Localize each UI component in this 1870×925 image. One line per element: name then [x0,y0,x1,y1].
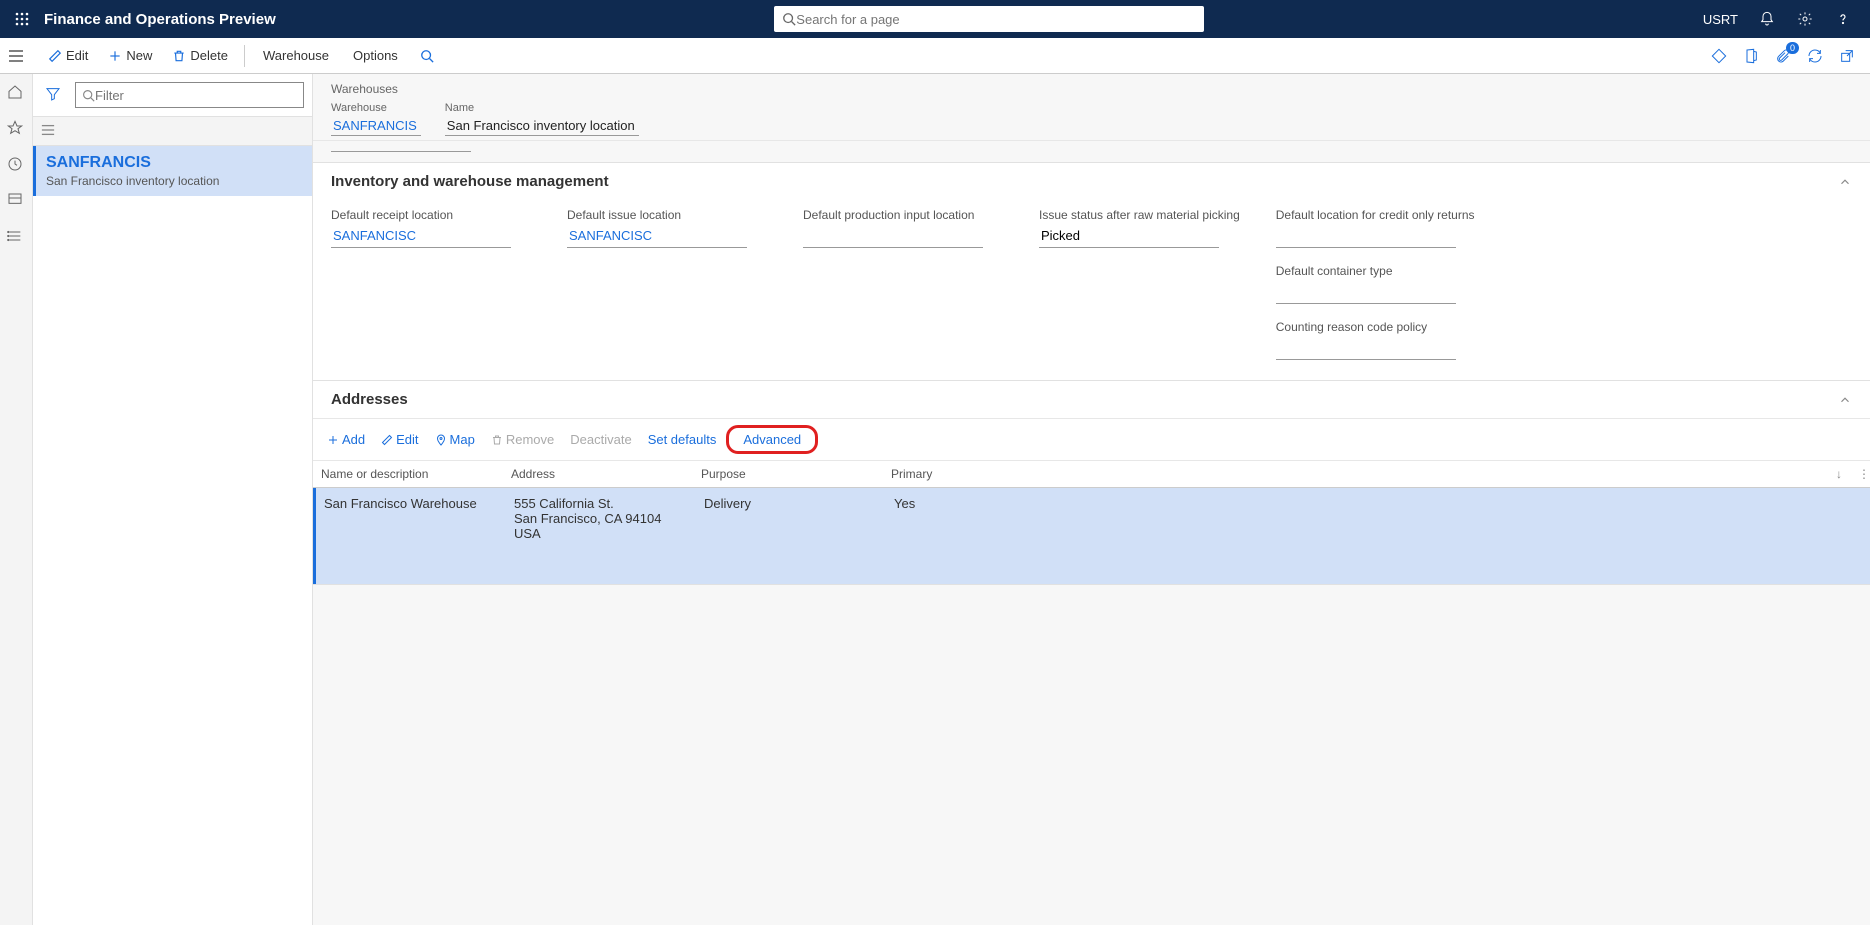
col-address[interactable]: Address [503,461,693,487]
app-title: Finance and Operations Preview [44,11,276,28]
warehouse-value[interactable]: SANFRANCIS [331,116,421,136]
funnel-icon[interactable] [45,86,63,104]
chevron-up-icon[interactable] [1838,175,1852,189]
default-receipt-label: Default receipt location [331,208,531,222]
filter-input[interactable] [95,88,297,103]
nav-rail [0,74,33,925]
default-receipt-input[interactable] [331,224,511,248]
delete-button[interactable]: Delete [162,38,238,74]
default-prod-label: Default production input location [803,208,1003,222]
recent-icon[interactable] [7,156,25,174]
user-label[interactable]: USRT [1703,12,1738,27]
action-search-icon[interactable] [410,38,444,74]
addresses-title: Addresses [331,391,1838,408]
main-content: Warehouses Warehouse SANFRANCIS Name San… [313,74,1870,925]
star-icon[interactable] [7,120,25,138]
new-label: New [126,48,152,63]
default-container-label: Default container type [1276,264,1476,278]
workspace-icon[interactable] [7,192,25,210]
default-credit-input[interactable] [1276,224,1456,248]
cell-primary: Yes [886,488,1870,584]
counting-reason-label: Counting reason code policy [1276,320,1476,334]
bell-icon[interactable] [1758,10,1776,28]
list-item-sanfrancis[interactable]: SANFRANCIS San Francisco inventory locat… [33,146,312,196]
issue-status-label: Issue status after raw material picking [1039,208,1240,222]
cell-purpose: Delivery [696,488,886,584]
cell-name: San Francisco Warehouse [316,488,506,584]
list-item-code: SANFRANCIS [46,154,302,172]
addr-setdefaults-button[interactable]: Set defaults [648,432,717,447]
global-search-input[interactable] [796,12,1196,27]
list-lines-icon[interactable] [41,123,57,139]
default-prod-input[interactable] [803,224,983,248]
filter-box[interactable] [75,82,304,108]
attachment-icon[interactable]: 0 [1774,47,1792,65]
office-icon[interactable] [1742,47,1760,65]
hamburger-icon[interactable] [8,49,28,63]
default-issue-input[interactable] [567,224,747,248]
section-inventory: Inventory and warehouse management Defau… [313,162,1870,381]
attachment-count: 0 [1786,42,1799,54]
address-row[interactable]: San Francisco Warehouse 555 California S… [313,488,1870,584]
top-navbar: Finance and Operations Preview USRT [0,0,1870,38]
delete-label: Delete [190,48,228,63]
diamond-icon[interactable] [1710,47,1728,65]
list-pane: SANFRANCIS San Francisco inventory locat… [33,74,313,925]
sort-down-icon: ↓ [1836,467,1842,481]
col-name[interactable]: Name or description [313,461,503,487]
default-container-input[interactable] [1276,280,1456,304]
help-icon[interactable] [1834,10,1852,28]
name-value[interactable]: San Francisco inventory location [445,116,639,136]
edit-button[interactable]: Edit [38,38,98,74]
addr-advanced-button[interactable]: Advanced [743,432,801,447]
inventory-section-title: Inventory and warehouse management [331,173,1838,190]
gear-icon[interactable] [1796,10,1814,28]
col-purpose[interactable]: Purpose [693,461,883,487]
popout-icon[interactable] [1838,47,1856,65]
addresses-toolbar: Add Edit Map Remove Deactivate Set defau… [313,418,1870,461]
warehouse-label: Warehouse [331,102,421,114]
waffle-icon[interactable] [8,5,36,33]
addr-edit-button[interactable]: Edit [381,432,418,447]
chevron-up-icon[interactable] [1838,393,1852,407]
edit-label: Edit [66,48,88,63]
warehouse-tab[interactable]: Warehouse [251,48,341,63]
addr-remove-button: Remove [491,432,554,447]
new-button[interactable]: New [98,38,162,74]
addr-add-button[interactable]: Add [327,432,365,447]
default-credit-label: Default location for credit only returns [1276,208,1476,222]
name-label: Name [445,102,639,114]
section-addresses: Addresses Add Edit Map Remove [313,381,1870,585]
col-primary[interactable]: Primary↓ [883,461,1850,487]
options-tab[interactable]: Options [341,48,410,63]
advanced-highlight: Advanced [726,425,818,454]
issue-status-input[interactable] [1039,224,1219,248]
cell-address: 555 California St. San Francisco, CA 941… [506,488,696,584]
modules-icon[interactable] [7,228,25,246]
breadcrumb: Warehouses [331,82,1852,96]
address-table-header: Name or description Address Purpose Prim… [313,461,1870,488]
action-bar: Edit New Delete Warehouse Options 0 [0,38,1870,74]
global-search[interactable] [774,6,1204,32]
home-icon[interactable] [7,84,25,102]
address-table: Name or description Address Purpose Prim… [313,461,1870,584]
decorative-line [331,151,471,152]
default-issue-label: Default issue location [567,208,767,222]
addr-map-button[interactable]: Map [435,432,475,447]
list-item-name: San Francisco inventory location [46,174,302,188]
refresh-icon[interactable] [1806,47,1824,65]
addr-deactivate-button: Deactivate [570,432,631,447]
counting-reason-input[interactable] [1276,336,1456,360]
column-options-icon[interactable]: ⋮ [1850,461,1870,487]
